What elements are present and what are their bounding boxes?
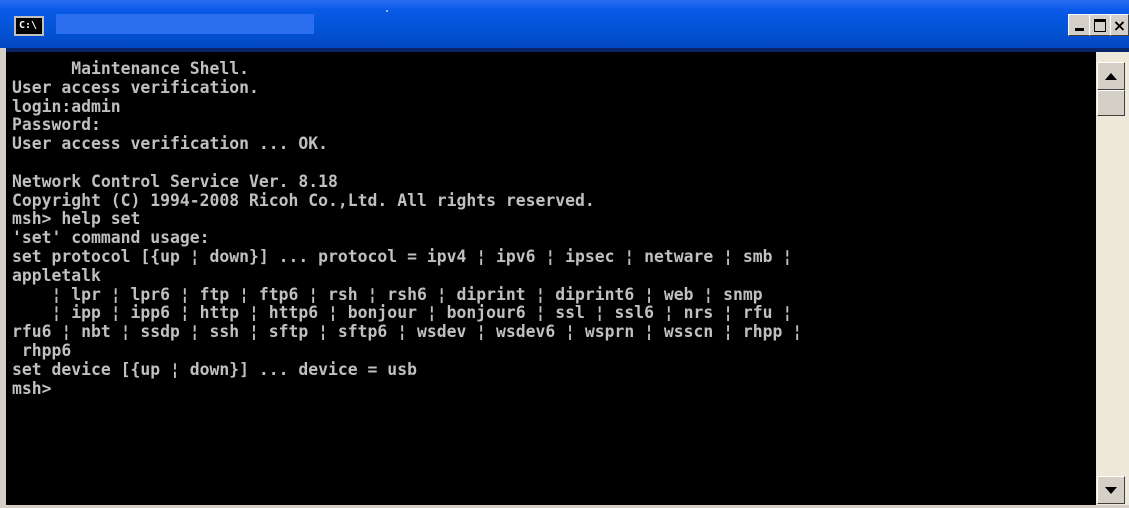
console-output[interactable]: Maintenance Shell. User access verificati…	[6, 52, 1096, 505]
console-line: ¦ ipp ¦ ipp6 ¦ http ¦ http6 ¦ bonjour ¦ …	[12, 303, 793, 324]
console-line: ¦ lpr ¦ lpr6 ¦ ftp ¦ ftp6 ¦ rsh ¦ rsh6 ¦…	[12, 284, 763, 305]
scroll-down-button[interactable]	[1097, 476, 1125, 504]
cmd-icon[interactable]: C:\	[14, 16, 44, 36]
console-line: User access verification.	[12, 77, 259, 98]
close-icon: ×	[1112, 15, 1127, 35]
scroll-up-button[interactable]	[1097, 62, 1125, 90]
arrow-up-icon	[1105, 72, 1117, 80]
title-bar[interactable]: C:\ ×	[0, 0, 1129, 48]
console-line: User access verification ... OK.	[12, 134, 329, 155]
console-line: set protocol [{up ¦ down}] ... protocol …	[12, 246, 793, 267]
console-line: Maintenance Shell.	[12, 59, 250, 79]
title-bar-dot	[386, 10, 388, 12]
console-line: Network Control Service Ver. 8.18	[12, 171, 338, 192]
minimize-icon	[1074, 27, 1084, 31]
console-line: login:admin	[12, 96, 121, 117]
console-line: rhpp6	[12, 340, 72, 361]
close-button[interactable]: ×	[1110, 14, 1129, 36]
arrow-down-icon	[1105, 486, 1117, 494]
console-line: rfu6 ¦ nbt ¦ ssdp ¦ ssh ¦ sftp ¦ sftp6 ¦…	[12, 322, 803, 343]
window-title	[56, 14, 314, 34]
console-line: set device [{up ¦ down}] ... device = us…	[12, 359, 417, 380]
console-line: 'set' command usage:	[12, 228, 210, 249]
maximize-button[interactable]	[1089, 14, 1111, 36]
scroll-thumb[interactable]	[1097, 90, 1125, 116]
console-line: msh> help set	[12, 209, 141, 230]
maximize-icon	[1094, 18, 1106, 32]
console-line: Copyright (C) 1994-2008 Ricoh Co.,Ltd. A…	[12, 190, 595, 211]
console-line: Password:	[12, 115, 101, 136]
vertical-scrollbar[interactable]	[1096, 52, 1129, 505]
console-text: Maintenance Shell. User access verificati…	[12, 60, 802, 398]
console-prompt[interactable]: msh>	[12, 379, 802, 399]
minimize-button[interactable]	[1068, 14, 1090, 36]
console-line: appletalk	[12, 265, 101, 286]
console-window: C:\ × Maintenance Shell. User access veri…	[0, 0, 1129, 508]
